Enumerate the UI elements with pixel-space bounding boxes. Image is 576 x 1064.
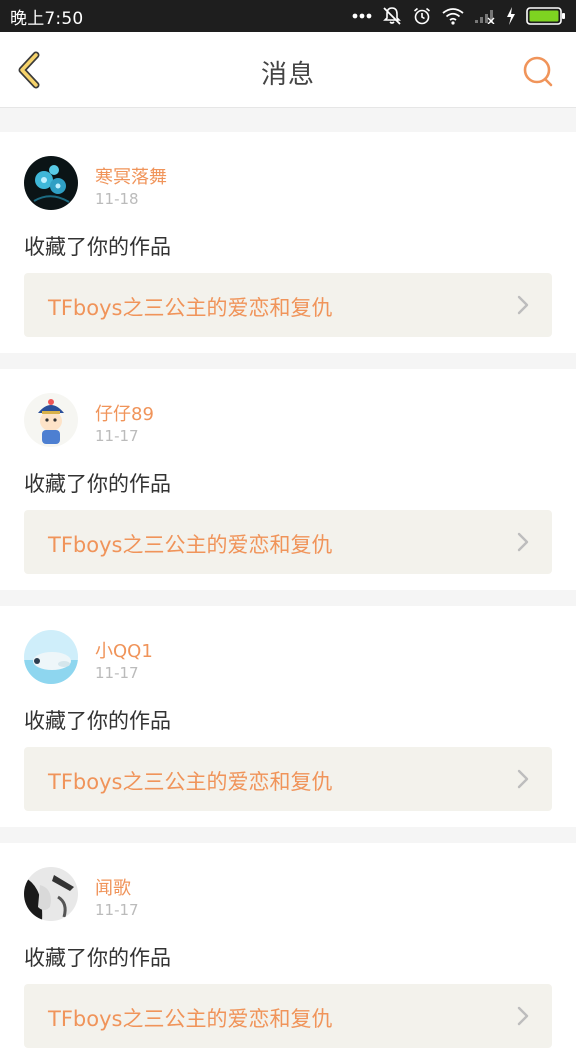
notifications-off-icon: [382, 6, 402, 26]
chevron-right-icon: [516, 532, 530, 552]
username[interactable]: 寒冥落舞: [95, 163, 167, 189]
avatar[interactable]: [24, 393, 78, 447]
work-link[interactable]: TFboys之三公主的爱恋和复仇: [24, 984, 552, 1048]
charging-icon: [506, 7, 516, 25]
status-time: 晚上7:50: [10, 8, 84, 29]
avatar[interactable]: [24, 156, 78, 210]
avatar[interactable]: [24, 630, 78, 684]
status-icons: [352, 6, 566, 26]
signal-icon: [474, 8, 496, 24]
message-date: 11-17: [95, 901, 139, 919]
message-card: 闻歌 11-17 收藏了你的作品 TFboys之三公主的爱恋和复仇: [0, 843, 576, 1064]
work-title: TFboys之三公主的爱恋和复仇: [48, 1007, 333, 1031]
action-text: 收藏了你的作品: [24, 235, 171, 259]
username[interactable]: 小QQ1: [95, 637, 153, 663]
chevron-right-icon: [516, 295, 530, 315]
search-icon: [520, 56, 556, 94]
work-title: TFboys之三公主的爱恋和复仇: [48, 296, 333, 320]
page-title: 消息: [260, 60, 315, 90]
username[interactable]: 仔仔89: [95, 400, 154, 426]
alarm-icon: [412, 6, 432, 26]
message-feed: 寒冥落舞 11-18 收藏了你的作品 TFboys之三公主的爱恋和复仇 仔仔89: [0, 108, 576, 1064]
message-card: 仔仔89 11-17 收藏了你的作品 TFboys之三公主的爱恋和复仇: [0, 369, 576, 590]
avatar[interactable]: [24, 867, 78, 921]
action-text: 收藏了你的作品: [24, 946, 171, 970]
search-button[interactable]: [520, 54, 556, 90]
username[interactable]: 闻歌: [95, 874, 131, 900]
battery-icon: [526, 7, 566, 25]
work-link[interactable]: TFboys之三公主的爱恋和复仇: [24, 273, 552, 337]
work-title: TFboys之三公主的爱恋和复仇: [48, 770, 333, 794]
work-link[interactable]: TFboys之三公主的爱恋和复仇: [24, 510, 552, 574]
work-title: TFboys之三公主的爱恋和复仇: [48, 533, 333, 557]
message-card: 小QQ1 11-17 收藏了你的作品 TFboys之三公主的爱恋和复仇: [0, 606, 576, 827]
message-date: 11-17: [95, 664, 139, 682]
action-text: 收藏了你的作品: [24, 709, 171, 733]
work-link[interactable]: TFboys之三公主的爱恋和复仇: [24, 747, 552, 811]
message-card: 寒冥落舞 11-18 收藏了你的作品 TFboys之三公主的爱恋和复仇: [0, 132, 576, 353]
chevron-right-icon: [516, 769, 530, 789]
chevron-right-icon: [516, 1006, 530, 1026]
more-dots-icon: [352, 13, 372, 19]
message-date: 11-17: [95, 427, 139, 445]
status-bar: 晚上7:50: [0, 0, 576, 32]
wifi-icon: [442, 7, 464, 25]
message-date: 11-18: [95, 190, 139, 208]
app-header: 消息: [0, 32, 576, 108]
action-text: 收藏了你的作品: [24, 472, 171, 496]
